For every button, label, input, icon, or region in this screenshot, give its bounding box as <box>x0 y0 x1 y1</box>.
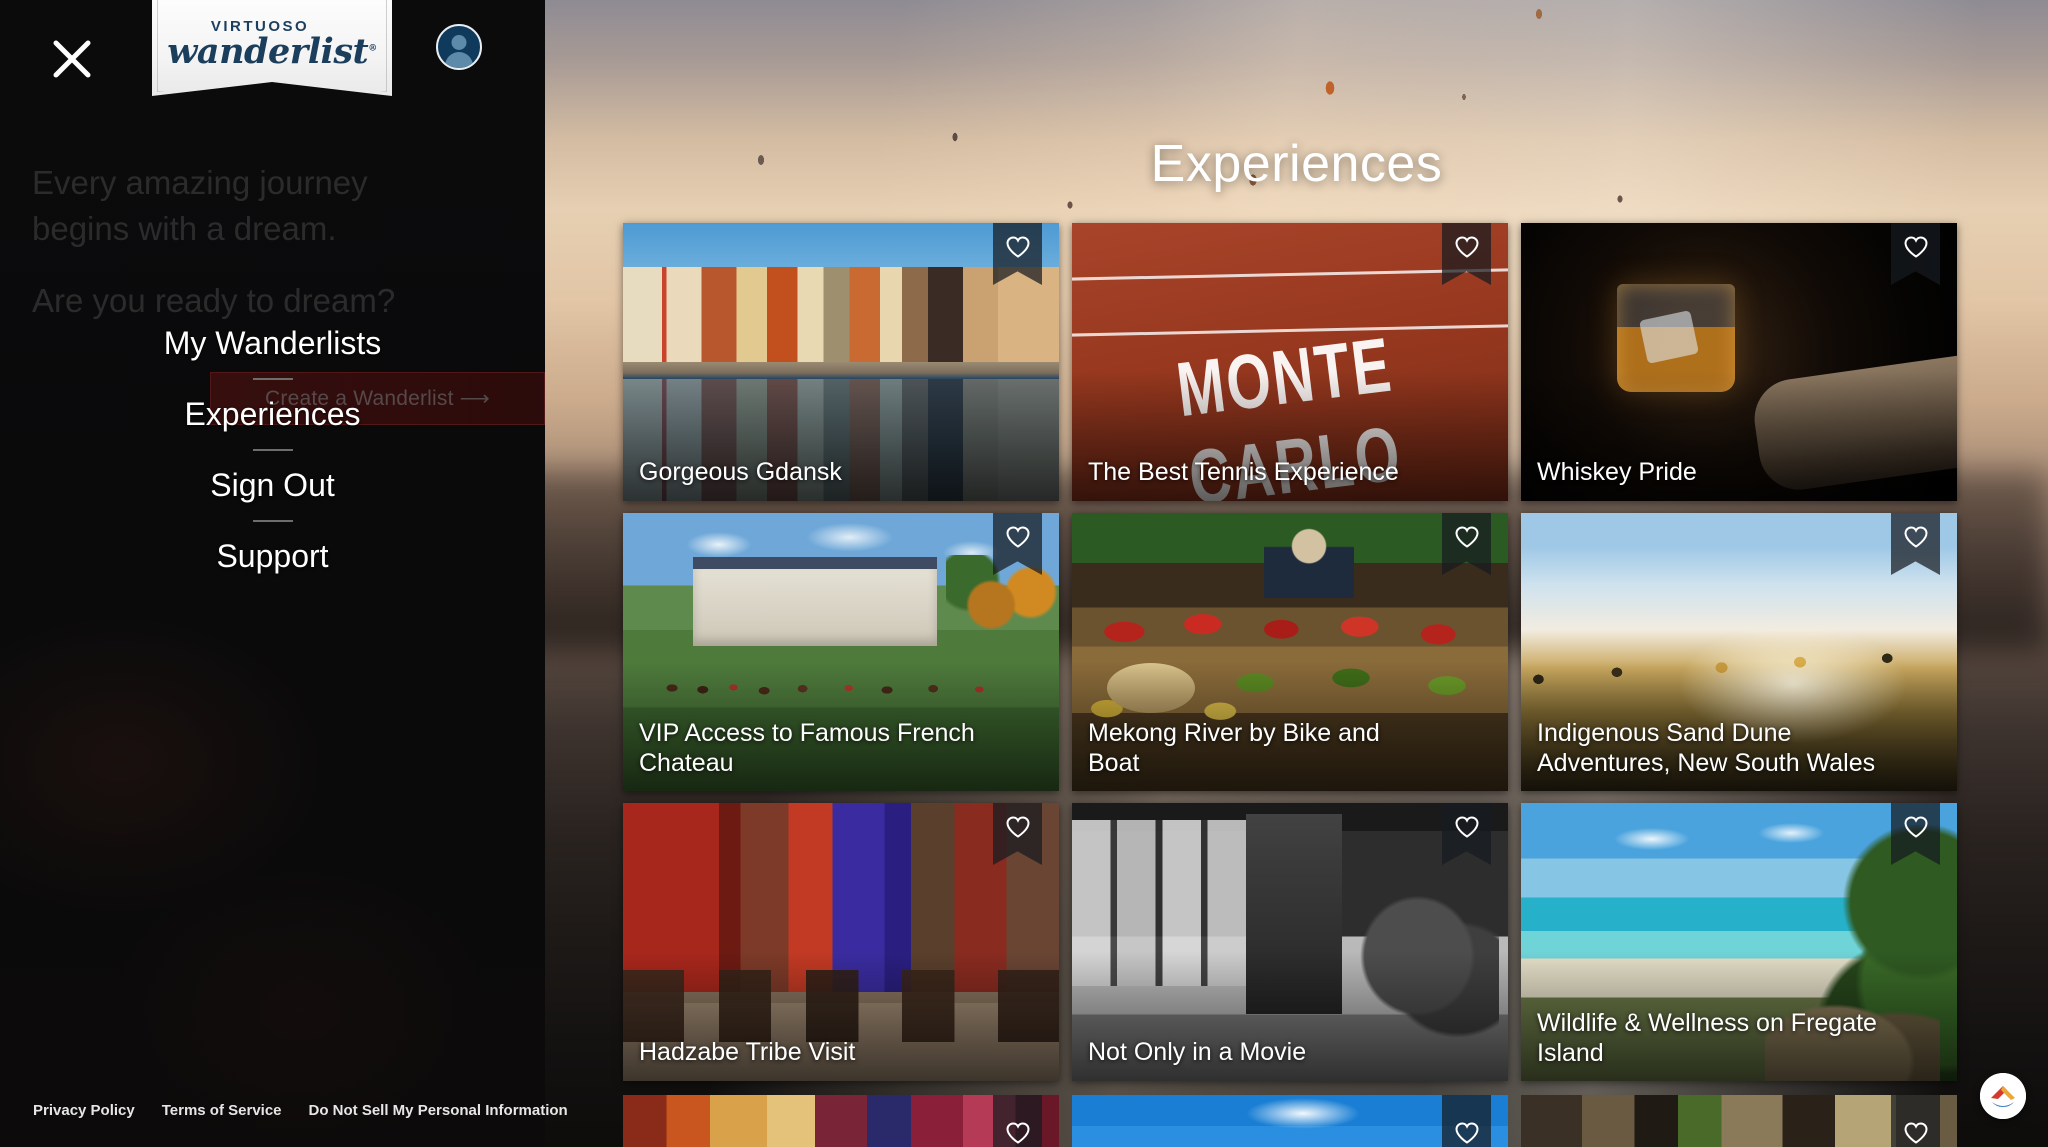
experience-card[interactable]: Gorgeous Gdansk <box>623 223 1059 501</box>
boat-vendor <box>1263 524 1354 599</box>
heart-icon-glyph <box>1005 816 1030 838</box>
sidebar-menu-panel: VIRTUOSO wanderlist® Every amazing journ… <box>0 0 568 1147</box>
main-content: Experiences Gorgeous Gdansk MONTE CARLOTh… <box>545 0 2048 1147</box>
nav-divider <box>252 449 293 451</box>
heart-icon[interactable] <box>993 1095 1042 1147</box>
sidebar-item-label: Sign Out <box>210 467 335 503</box>
virtuoso-chevron-icon[interactable] <box>1980 1073 2026 1119</box>
experience-card-title: Mekong River by Bike and Boat <box>1088 719 1380 777</box>
experiences-grid: Gorgeous Gdansk MONTE CARLOThe Best Tenni… <box>623 223 1968 1081</box>
experience-card[interactable]: Hadzabe Tribe Visit <box>623 803 1059 1081</box>
experience-card[interactable]: MONTE CARLOThe Best Tennis Experience <box>1072 223 1508 501</box>
logo-wanderlist-word: wanderlist® <box>167 31 377 72</box>
logo-text: VIRTUOSO wanderlist® <box>152 18 392 72</box>
virtuoso-wanderlist-logo[interactable]: VIRTUOSO wanderlist® <box>152 0 392 96</box>
experience-card-title: Indigenous Sand Dune Adventures, New Sou… <box>1537 719 1876 777</box>
footer-link-privacy-policy[interactable]: Privacy Policy <box>33 1102 135 1119</box>
chateau-building <box>692 568 937 647</box>
sidebar-item-experiences[interactable]: Experiences <box>0 386 545 443</box>
heart-icon-glyph <box>1903 526 1928 548</box>
experience-card[interactable]: Whiskey Pride <box>1521 223 1957 501</box>
footer-link-do-not-sell-my-personal-information[interactable]: Do Not Sell My Personal Information <box>309 1102 568 1119</box>
heart-icon-glyph <box>1454 236 1479 258</box>
sidebar-item-label: Experiences <box>184 396 361 432</box>
nav-divider <box>252 378 293 380</box>
sidebar-item-support[interactable]: Support <box>0 528 545 585</box>
tagline-line-1: Every amazing journey <box>32 164 368 201</box>
heart-icon-glyph <box>1903 816 1928 838</box>
heart-icon-glyph <box>1005 1122 1030 1144</box>
heart-icon-glyph <box>1454 816 1479 838</box>
tagline-primary: Every amazing journey begins with a drea… <box>32 160 492 252</box>
footer-links: Privacy Policy Terms of Service Do Not Sel… <box>0 1102 568 1119</box>
heart-icon-glyph <box>1903 1122 1928 1144</box>
heart-icon[interactable] <box>1891 1095 1940 1147</box>
experience-card-title: The Best Tennis Experience <box>1088 458 1399 486</box>
heart-icon-glyph <box>1454 526 1479 548</box>
avatar-head <box>451 35 467 50</box>
experience-card-title: Not Only in a Movie <box>1088 1038 1307 1066</box>
experience-card[interactable]: Mekong River by Bike and Boat <box>1072 513 1508 791</box>
heart-icon-glyph <box>1005 236 1030 258</box>
sidebar-item-label: Support <box>216 538 329 574</box>
tagline-line-2: begins with a dream. <box>32 210 337 247</box>
experience-card[interactable] <box>1072 1095 1508 1147</box>
experience-card-title: Wildlife & Wellness on Fregate Island <box>1537 1009 1877 1067</box>
experience-card-title: VIP Access to Famous French Chateau <box>639 719 975 777</box>
heart-icon-glyph <box>1454 1122 1479 1144</box>
experience-card[interactable] <box>623 1095 1059 1147</box>
footer-link-terms-of-service[interactable]: Terms of Service <box>162 1102 282 1119</box>
experience-card[interactable]: VIP Access to Famous French Chateau <box>623 513 1059 791</box>
experiences-grid-partial-row <box>623 1095 1968 1147</box>
logo-registered-mark: ® <box>368 43 377 54</box>
experience-card[interactable] <box>1521 1095 1957 1147</box>
experience-card[interactable]: Indigenous Sand Dune Adventures, New Sou… <box>1521 513 1957 791</box>
page-title: Experiences <box>1150 135 1443 193</box>
sidebar-item-sign-out[interactable]: Sign Out <box>0 457 545 514</box>
experience-card-title: Gorgeous Gdansk <box>639 458 842 486</box>
user-avatar-icon[interactable] <box>436 24 482 70</box>
experience-card-title: Hadzabe Tribe Visit <box>639 1038 856 1066</box>
heart-icon-glyph <box>1005 526 1030 548</box>
wanderlist-app: Experiences Gorgeous Gdansk MONTE CARLOTh… <box>0 0 2048 1147</box>
avatar-body <box>445 52 473 68</box>
heart-icon-glyph <box>1903 236 1928 258</box>
experience-card-title: Whiskey Pride <box>1537 458 1697 486</box>
nav-divider <box>252 520 293 522</box>
sidebar-item-label: My Wanderlists <box>163 325 382 361</box>
close-icon[interactable] <box>50 37 94 81</box>
sidebar-nav: My Wanderlists Experiences Sign Out Support <box>0 315 545 585</box>
heart-icon[interactable] <box>1442 1095 1491 1147</box>
experience-card[interactable]: Not Only in a Movie <box>1072 803 1508 1081</box>
sidebar-item-my-wanderlists[interactable]: My Wanderlists <box>0 315 545 372</box>
experience-card[interactable]: Wildlife & Wellness on Fregate Island <box>1521 803 1957 1081</box>
